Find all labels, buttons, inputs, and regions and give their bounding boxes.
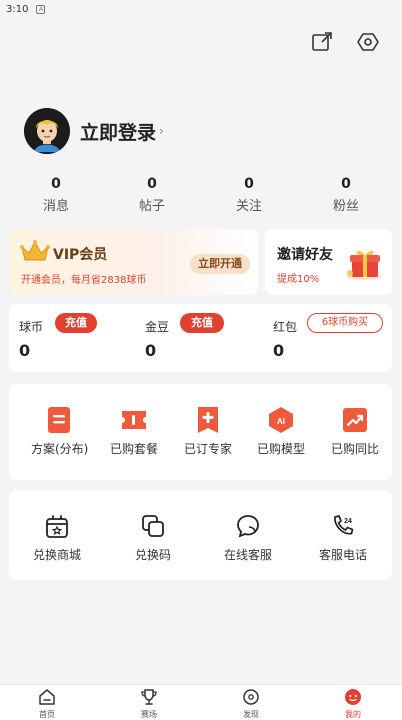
redpack-value: 0 bbox=[273, 341, 285, 360]
services-card: 方案(分布) 已购套餐 已订专家 AI 已购模型 已购同比 bbox=[9, 384, 392, 480]
expert-icon bbox=[194, 406, 222, 434]
bottom-tab-bar: 首页 赛场 发现 我的 bbox=[0, 684, 402, 720]
stat-posts[interactable]: 0 帖子 bbox=[122, 176, 182, 214]
beans-value: 0 bbox=[145, 341, 157, 360]
code-icon bbox=[139, 512, 167, 540]
svg-text:24: 24 bbox=[344, 518, 352, 525]
invite-title: 邀请好友 bbox=[277, 247, 333, 263]
profile-icon bbox=[328, 687, 378, 707]
store-icon bbox=[43, 512, 71, 540]
crown-icon bbox=[19, 239, 51, 267]
service-plan[interactable]: 方案(分布) bbox=[31, 406, 89, 457]
tool-label: 兑换商城 bbox=[32, 548, 81, 562]
service-label: 已购模型 bbox=[256, 442, 305, 456]
status-time: 3:10 bbox=[6, 3, 29, 15]
coins-label: 球币 bbox=[19, 320, 44, 334]
service-purchased-packages[interactable]: 已购套餐 bbox=[106, 406, 162, 457]
share-icon[interactable] bbox=[310, 30, 334, 54]
vip-title: VIP会员 bbox=[53, 247, 108, 263]
tab-label: 发现 bbox=[243, 710, 259, 719]
tab-profile[interactable]: 我的 bbox=[328, 687, 378, 720]
stat-label: 关注 bbox=[235, 199, 262, 214]
home-icon bbox=[22, 687, 72, 707]
tool-label: 兑换码 bbox=[134, 548, 171, 562]
service-label: 已购同比 bbox=[330, 442, 379, 456]
service-purchased-models[interactable]: AI 已购模型 bbox=[253, 406, 309, 457]
service-label: 已订专家 bbox=[183, 442, 232, 456]
service-purchased-comparison[interactable]: 已购同比 bbox=[327, 406, 383, 457]
service-label: 已购套餐 bbox=[109, 442, 158, 456]
vip-subtitle: 开通会员，每月省2838球币 bbox=[21, 275, 147, 286]
tab-label: 赛场 bbox=[141, 710, 157, 719]
tool-redeem-code[interactable]: 兑换码 bbox=[123, 512, 183, 563]
stat-messages[interactable]: 0 消息 bbox=[26, 176, 86, 214]
stat-value: 0 bbox=[51, 176, 61, 192]
redpack-buy-button[interactable]: 6球币购买 bbox=[307, 313, 383, 333]
redpack-label: 红包 bbox=[273, 320, 298, 334]
trophy-icon bbox=[124, 687, 174, 707]
ai-icon: AI bbox=[267, 406, 295, 434]
svg-text:AI: AI bbox=[277, 417, 285, 426]
tool-exchange-store[interactable]: 兑换商城 bbox=[27, 512, 87, 563]
tab-label: 我的 bbox=[345, 710, 361, 719]
tools-card: 兑换商城 兑换码 在线客服 24 客服电话 bbox=[9, 490, 392, 580]
settings-icon[interactable] bbox=[356, 30, 380, 54]
chat-icon bbox=[234, 512, 262, 540]
tab-home[interactable]: 首页 bbox=[22, 687, 72, 720]
top-actions bbox=[310, 30, 380, 54]
coins-recharge-button[interactable]: 充值 bbox=[55, 313, 97, 333]
discover-icon bbox=[226, 687, 276, 707]
vip-card[interactable]: VIP会员 开通会员，每月省2838球币 立即开通 bbox=[9, 229, 258, 295]
stat-value: 0 bbox=[244, 176, 254, 192]
invite-subtitle: 提成10% bbox=[277, 274, 320, 285]
ticket-icon bbox=[120, 406, 148, 434]
phone-icon: 24 bbox=[329, 512, 357, 540]
tool-online-support[interactable]: 在线客服 bbox=[218, 512, 278, 563]
invite-card[interactable]: 邀请好友 提成10% bbox=[265, 229, 392, 295]
vip-activate-button[interactable]: 立即开通 bbox=[190, 254, 250, 274]
stat-followers[interactable]: 0 粉丝 bbox=[316, 176, 376, 214]
stat-value: 0 bbox=[341, 176, 351, 192]
login-label[interactable]: 立即登录 bbox=[80, 118, 156, 145]
stat-label: 帖子 bbox=[138, 199, 165, 214]
service-label: 方案(分布) bbox=[31, 442, 89, 456]
profile-login[interactable]: 立即登录 › bbox=[24, 108, 164, 154]
sim-indicator: A bbox=[36, 4, 46, 14]
avatar bbox=[24, 108, 70, 154]
stat-label: 消息 bbox=[42, 199, 69, 214]
status-bar: 3:10 A bbox=[0, 0, 402, 18]
gift-icon bbox=[344, 247, 384, 285]
tab-arena[interactable]: 赛场 bbox=[124, 687, 174, 720]
service-subscribed-experts[interactable]: 已订专家 bbox=[180, 406, 236, 457]
stat-value: 0 bbox=[147, 176, 157, 192]
tool-label: 客服电话 bbox=[318, 548, 367, 562]
coins-value: 0 bbox=[19, 341, 31, 360]
beans-label: 金豆 bbox=[145, 320, 170, 334]
trend-icon bbox=[341, 406, 369, 434]
stat-following[interactable]: 0 关注 bbox=[219, 176, 279, 214]
beans-recharge-button[interactable]: 充值 bbox=[180, 313, 224, 333]
tool-support-phone[interactable]: 24 客服电话 bbox=[313, 512, 373, 563]
tab-discover[interactable]: 发现 bbox=[226, 687, 276, 720]
tool-label: 在线客服 bbox=[223, 548, 272, 562]
stats-row: 0 消息 0 帖子 0 关注 0 粉丝 bbox=[0, 176, 402, 216]
stat-label: 粉丝 bbox=[332, 199, 359, 214]
document-icon bbox=[45, 406, 73, 434]
tab-label: 首页 bbox=[39, 710, 55, 719]
wallet-card: 球币 充值 0 金豆 充值 0 红包 6球币购买 0 bbox=[9, 304, 392, 372]
chevron-right-icon: › bbox=[159, 124, 164, 138]
